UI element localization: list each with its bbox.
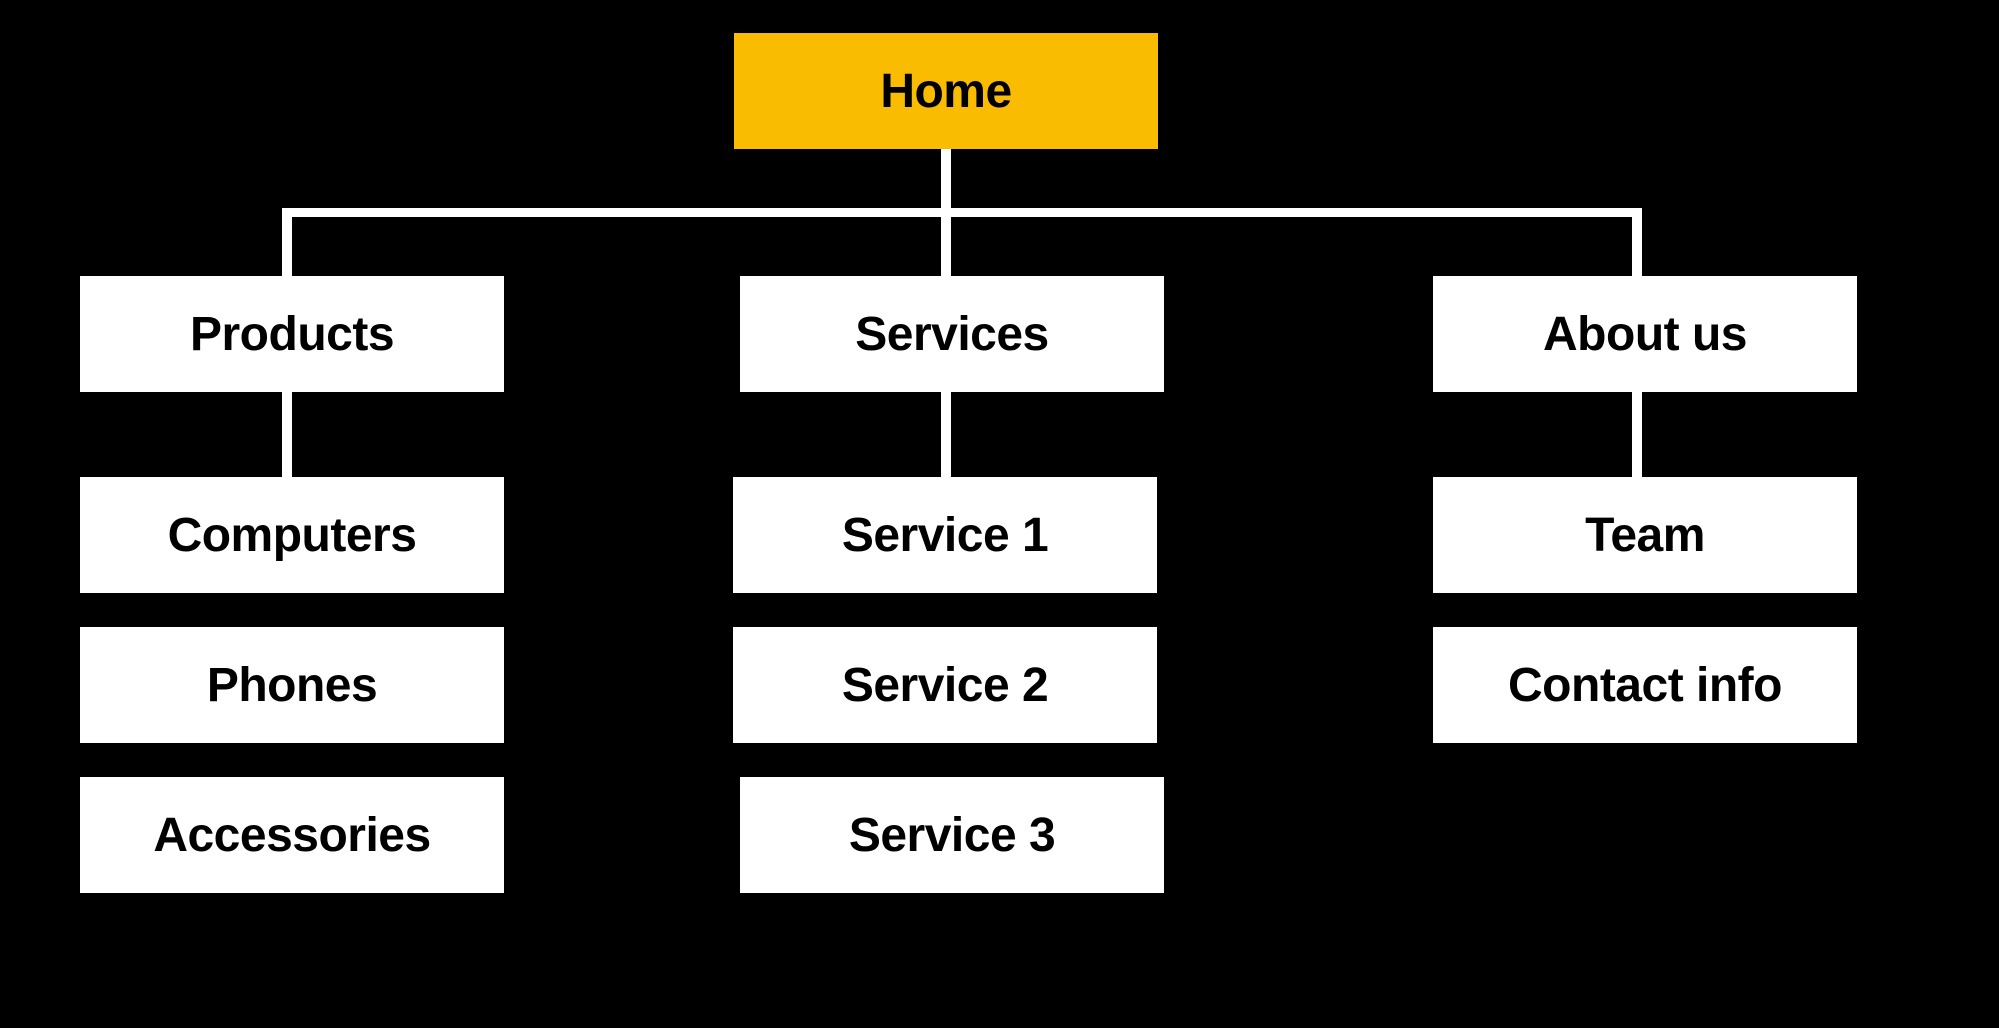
node-team[interactable]: Team [1433,477,1857,593]
connector-products-computers [282,391,292,477]
node-label: Computers [167,508,417,562]
node-service-2[interactable]: Service 2 [733,627,1157,743]
node-label: Service 1 [841,508,1049,562]
node-label: Phones [206,658,378,712]
node-label: Products [189,307,395,361]
connector-horizontal-bus [282,208,1642,217]
node-label: Services [855,307,1049,361]
node-home[interactable]: Home [734,33,1158,149]
sitemap-diagram: Home Products Services About us Computer… [0,0,1999,1028]
node-service-1[interactable]: Service 1 [733,477,1157,593]
connector-services-service1 [941,391,951,477]
node-label: About us [1543,307,1747,361]
node-accessories[interactable]: Accessories [80,777,504,893]
node-phones[interactable]: Phones [80,627,504,743]
node-computers[interactable]: Computers [80,477,504,593]
node-about-us[interactable]: About us [1433,276,1857,392]
connector-aboutus-drop [1632,208,1642,276]
node-services[interactable]: Services [740,276,1164,392]
node-label: Accessories [153,808,431,862]
node-label: Service 3 [848,808,1056,862]
node-contact-info[interactable]: Contact info [1433,627,1857,743]
connector-aboutus-team [1632,391,1642,477]
node-label: Team [1585,508,1705,562]
node-label: Contact info [1508,658,1782,712]
node-service-3[interactable]: Service 3 [740,777,1164,893]
node-label: Service 2 [841,658,1049,712]
node-label: Home [880,64,1012,118]
connector-products-drop [282,208,292,276]
node-products[interactable]: Products [80,276,504,392]
